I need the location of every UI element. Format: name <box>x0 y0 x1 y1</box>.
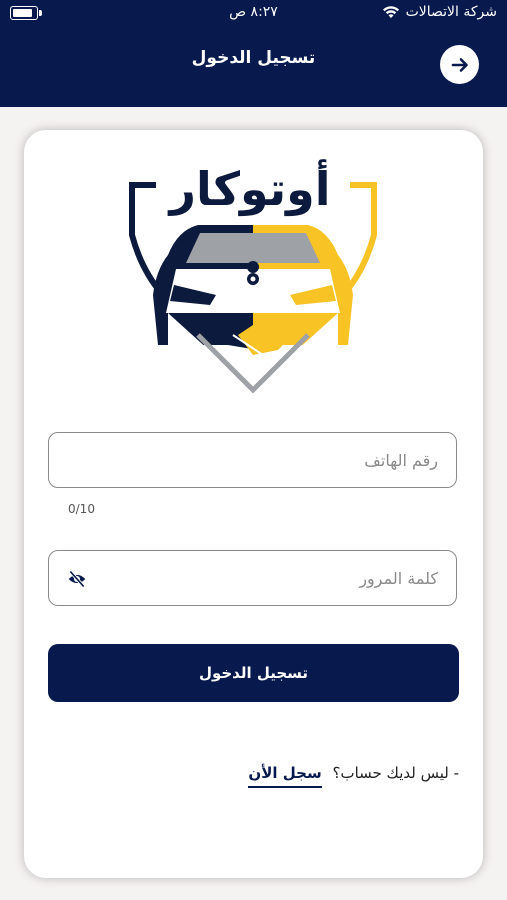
login-card: أوتوكار 0/10 <box>24 130 483 878</box>
page-title: تسجيل الدخول <box>191 48 316 68</box>
eye-off-icon[interactable] <box>66 569 88 589</box>
arrow-right-icon <box>451 57 468 72</box>
phone-input[interactable] <box>99 433 440 487</box>
logo-text: أوتوكار <box>168 159 331 216</box>
carrier-name: شركة الاتصالات <box>405 4 497 20</box>
wifi-icon <box>382 6 399 18</box>
signup-prompt: - ليس لديك حساب؟ <box>332 764 459 782</box>
back-button[interactable] <box>440 45 479 84</box>
password-field[interactable] <box>48 550 457 606</box>
autocar-logo: أوتوكار <box>129 159 377 395</box>
login-button[interactable]: تسجيل الدخول <box>48 644 459 702</box>
password-input[interactable] <box>99 551 440 605</box>
signup-prompt-row: - ليس لديك حساب؟ سجل الأن <box>248 764 459 788</box>
app-header: ٨:٢٧ ص شركة الاتصالات تسجيل الدخول <box>0 0 507 107</box>
signup-link[interactable]: سجل الأن <box>248 764 322 788</box>
phone-char-counter: 0/10 <box>68 502 95 516</box>
status-carrier-group: شركة الاتصالات <box>382 4 497 20</box>
phone-field[interactable] <box>48 432 457 488</box>
